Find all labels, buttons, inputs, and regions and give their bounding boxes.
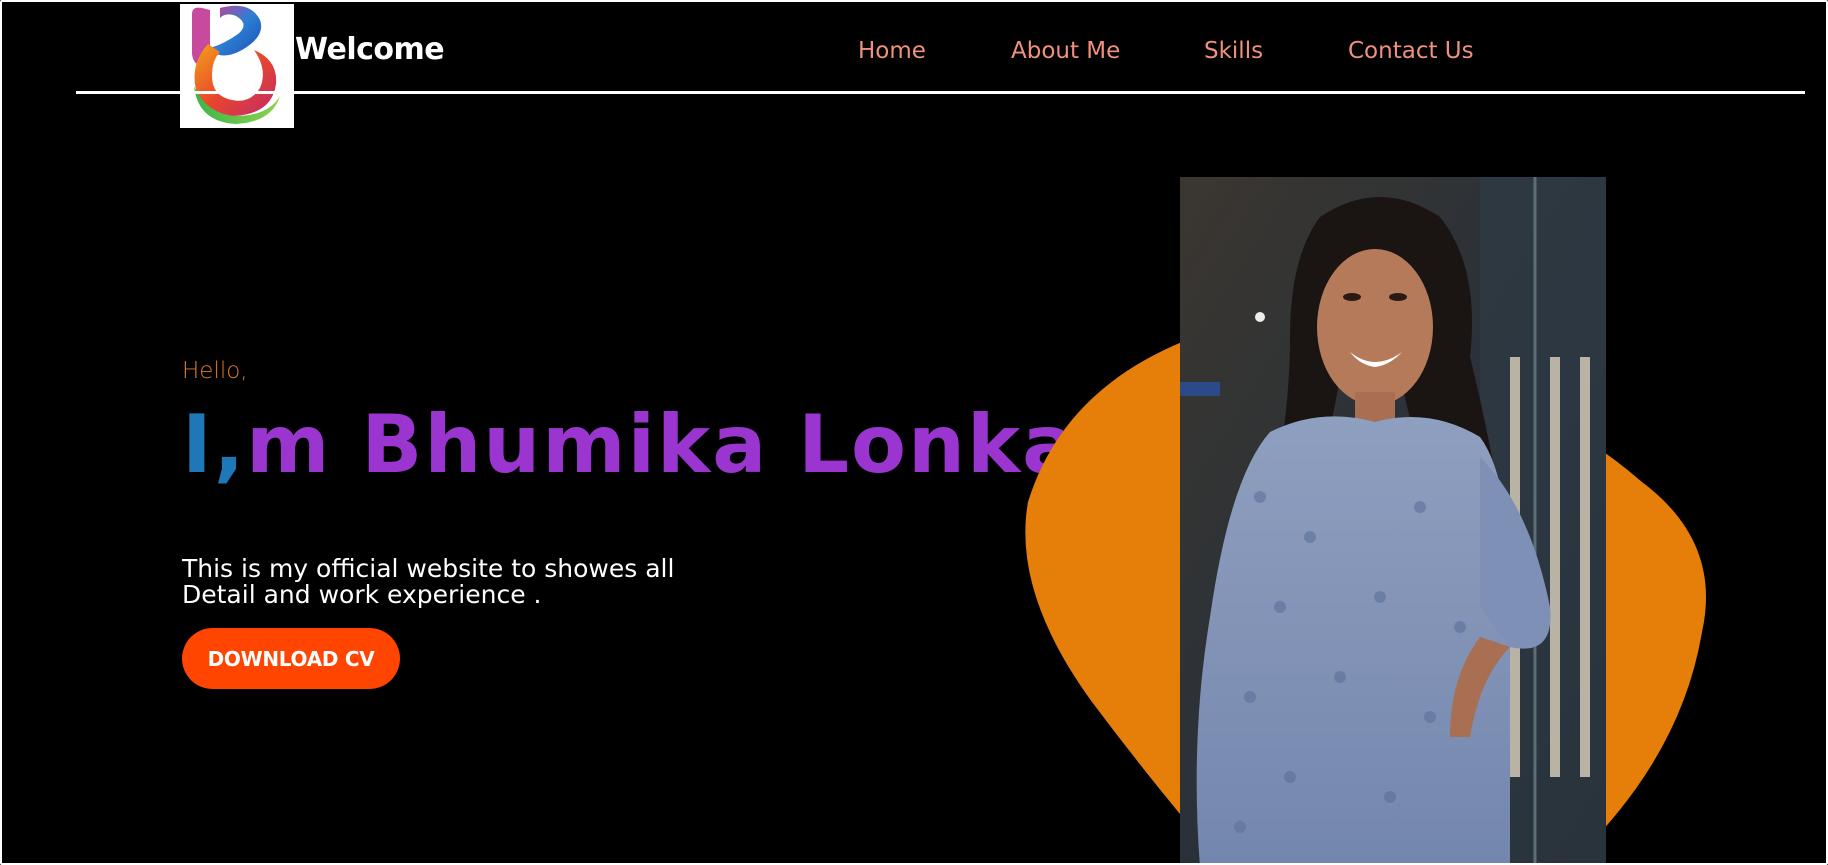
tagline-line-2: Detail and work experience .	[182, 580, 542, 609]
hero-name: I,m Bhumika Lonkar	[182, 398, 1120, 491]
hero-name-rest: m Bhumika Lonkar	[246, 398, 1120, 491]
hero-name-lead: I,	[182, 398, 247, 491]
page-frame: Welcome Home About Me Skills Contact Us …	[0, 0, 1828, 865]
tagline-line-1: This is my official website to showes al…	[182, 554, 675, 583]
header-divider	[76, 91, 1805, 94]
download-cv-button[interactable]: DOWNLOAD CV	[182, 628, 400, 689]
main-nav: Home About Me Skills Contact Us	[2, 38, 1826, 68]
nav-home[interactable]: Home	[858, 38, 926, 64]
profile-photo	[1180, 177, 1606, 863]
greeting-text: Hello,	[182, 358, 248, 384]
nav-skills[interactable]: Skills	[1204, 38, 1263, 64]
nav-about-me[interactable]: About Me	[1011, 38, 1120, 64]
nav-contact-us[interactable]: Contact Us	[1348, 38, 1474, 64]
hero-tagline: This is my official website to showes al…	[182, 556, 702, 608]
